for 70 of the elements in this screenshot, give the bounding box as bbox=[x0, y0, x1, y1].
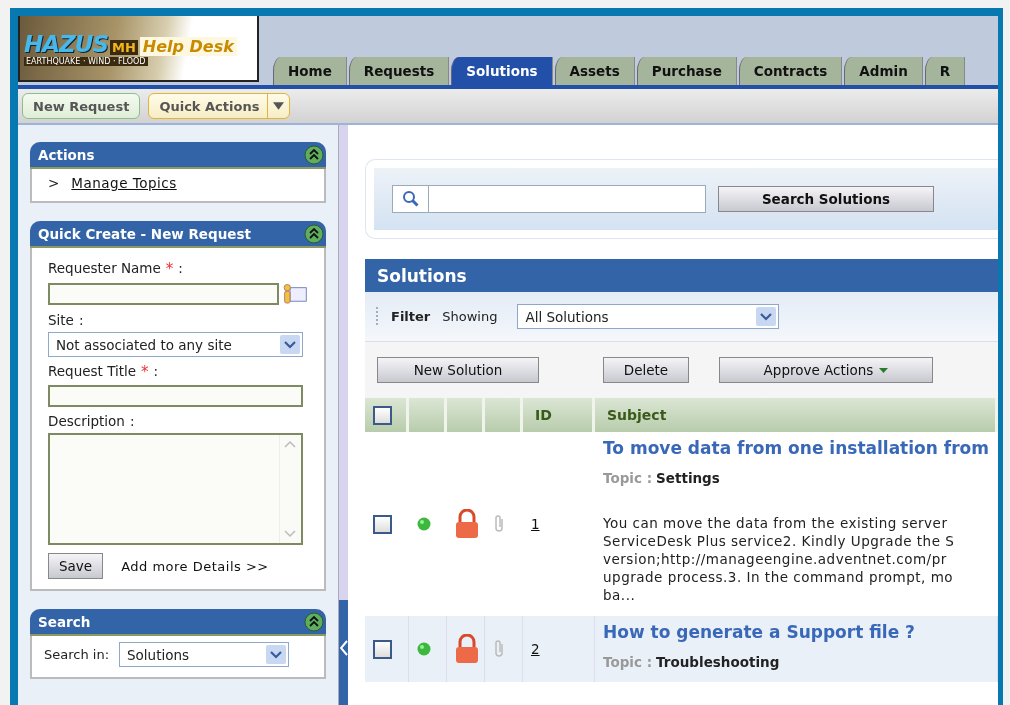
select-all-checkbox[interactable] bbox=[373, 405, 392, 425]
field-label: Request Title bbox=[48, 363, 137, 381]
approve-actions-button[interactable]: Approve Actions bbox=[719, 357, 933, 383]
quick-actions-button[interactable]: Quick Actions bbox=[148, 93, 291, 119]
field-label: Description bbox=[48, 413, 125, 429]
add-more-details-link[interactable]: Add more Details >> bbox=[121, 558, 269, 574]
solution-title-link[interactable]: How to generate a Support file ? bbox=[603, 622, 915, 642]
solution-id-link[interactable]: 2 bbox=[531, 641, 540, 657]
label-colon: : bbox=[129, 413, 135, 429]
filter-select[interactable]: All Solutions bbox=[517, 304, 780, 329]
column-header[interactable]: Subject bbox=[595, 398, 998, 432]
label-colon: : bbox=[78, 312, 84, 328]
topic-label: Topic : bbox=[603, 470, 653, 486]
search-solutions-button[interactable]: Search Solutions bbox=[718, 186, 934, 212]
collapse-icon[interactable] bbox=[304, 223, 324, 244]
sidebar-splitter[interactable] bbox=[338, 125, 348, 705]
topic-value: Troubleshooting bbox=[656, 654, 780, 670]
row-checkbox[interactable] bbox=[373, 639, 392, 659]
panel-title: Actions bbox=[38, 146, 95, 163]
action-button[interactable]: Delete bbox=[603, 357, 689, 383]
label-colon: : bbox=[178, 260, 183, 278]
nav-tab[interactable]: Solutions bbox=[451, 57, 553, 85]
caret-icon bbox=[879, 367, 889, 373]
new-request-button[interactable]: New Request bbox=[22, 93, 141, 119]
nav-tab[interactable]: Purchase bbox=[636, 57, 737, 85]
panel-title: Search bbox=[38, 613, 91, 630]
solutions-title: Solutions bbox=[365, 259, 998, 292]
nav-tab[interactable]: Contracts bbox=[738, 57, 843, 85]
topic-value: Settings bbox=[656, 470, 720, 486]
required-mark: * bbox=[165, 260, 174, 278]
lock-icon bbox=[455, 634, 479, 664]
attachment-icon bbox=[493, 514, 505, 534]
status-dot-icon bbox=[417, 517, 431, 531]
attachment-icon bbox=[493, 639, 505, 659]
status-dot-icon bbox=[417, 642, 431, 656]
required-mark: * bbox=[141, 363, 149, 381]
manage-topics-link[interactable]: Manage Topics bbox=[71, 175, 177, 191]
site-select[interactable]: Not associated to any site bbox=[48, 332, 303, 357]
row-checkbox[interactable] bbox=[373, 514, 392, 534]
collapse-handle[interactable] bbox=[339, 600, 348, 705]
search-icon bbox=[401, 190, 420, 208]
nav-tab[interactable]: Admin bbox=[844, 57, 923, 85]
save-button[interactable]: Save bbox=[48, 553, 104, 579]
collapse-icon[interactable] bbox=[304, 611, 324, 632]
grip-icon bbox=[375, 305, 379, 328]
request-title-field[interactable] bbox=[48, 385, 303, 407]
topic-label: Topic : bbox=[603, 654, 653, 670]
nav-tab[interactable]: R bbox=[924, 57, 966, 85]
field-label: Site bbox=[48, 312, 74, 328]
search-field[interactable] bbox=[392, 185, 706, 213]
search-in-select[interactable]: Solutions bbox=[119, 642, 290, 667]
action-button[interactable]: New Solution bbox=[377, 357, 539, 383]
help-desk-logo: HAZUS MH Help Desk EARTHQUAKE · WIND · FLOOD bbox=[18, 16, 259, 82]
collapse-icon[interactable] bbox=[304, 144, 324, 165]
filter-label: Filter bbox=[391, 309, 431, 324]
solution-title-link[interactable]: To move data from one installation from bbox=[603, 438, 989, 458]
label-colon: : bbox=[153, 363, 159, 381]
solution-description: You can move the data from the existing server ServiceDesk Plus service2. Kindly Upgrade the S version;http://manageengine.adventnet.com/pr upgrade process.3. In the command prompt, mo ba... bbox=[603, 514, 955, 604]
link-marker: > bbox=[48, 175, 60, 191]
requester-name-field[interactable] bbox=[48, 283, 279, 305]
showing-label: Showing bbox=[442, 309, 498, 324]
nav-tab[interactable]: Assets bbox=[554, 57, 635, 85]
field-label: Requester Name bbox=[48, 260, 161, 278]
nav-tab[interactable]: Home bbox=[273, 57, 347, 85]
solution-id-link[interactable]: 1 bbox=[531, 516, 540, 532]
lock-icon bbox=[455, 509, 479, 539]
nav-tab[interactable]: Requests bbox=[348, 57, 450, 85]
search-in-label: Search in: bbox=[44, 647, 110, 662]
column-header[interactable]: ID bbox=[523, 398, 595, 432]
panel-title: Quick Create - New Request bbox=[38, 225, 251, 242]
